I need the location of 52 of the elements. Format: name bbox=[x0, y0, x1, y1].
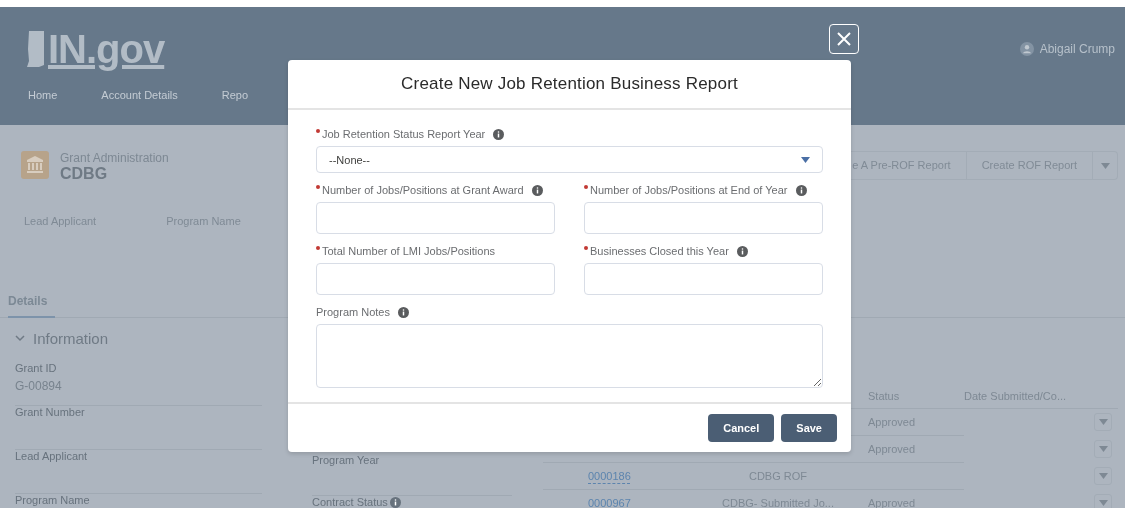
info-icon[interactable] bbox=[531, 184, 543, 196]
field-label: Program Year bbox=[312, 454, 380, 466]
info-icon[interactable] bbox=[389, 496, 401, 508]
text-area[interactable] bbox=[316, 324, 823, 388]
row-menu-button[interactable] bbox=[1094, 493, 1112, 508]
select-field[interactable]: --None-- bbox=[316, 146, 823, 173]
close-icon[interactable] bbox=[836, 31, 852, 47]
record-link[interactable]: 0000186 bbox=[588, 470, 631, 482]
field-label: Number of Jobs/Positions at End of Year bbox=[590, 184, 788, 196]
nav-link[interactable]: Home bbox=[28, 89, 58, 101]
field-label: Grant Number bbox=[15, 406, 85, 418]
close-button[interactable] bbox=[829, 24, 859, 54]
row-menu-button[interactable] bbox=[1094, 413, 1112, 432]
field-label: Lead Applicant bbox=[15, 450, 88, 462]
caret-icon bbox=[1098, 419, 1108, 426]
field-label: Job Retention Status Report Year bbox=[322, 128, 486, 140]
logo-text[interactable]: IN.gov bbox=[48, 27, 165, 71]
caret-icon bbox=[1098, 446, 1108, 452]
info-icon[interactable] bbox=[795, 184, 807, 196]
state-map-icon bbox=[26, 29, 46, 69]
caret-icon bbox=[1100, 162, 1110, 169]
input-field[interactable] bbox=[316, 202, 555, 234]
caret-icon bbox=[1098, 499, 1108, 506]
record-link[interactable]: 0000967 bbox=[588, 497, 631, 508]
field-label: Contract Status bbox=[312, 496, 388, 508]
row-menu-button[interactable] bbox=[1094, 467, 1112, 485]
section-title[interactable]: Information bbox=[33, 329, 109, 347]
field-label: Program Notes bbox=[316, 306, 390, 318]
field-label: Number of Jobs/Positions at Grant Award bbox=[322, 184, 524, 196]
info-icon[interactable] bbox=[398, 306, 409, 318]
avatar-icon[interactable] bbox=[1019, 42, 1034, 56]
input-field[interactable] bbox=[584, 202, 823, 234]
field-label: Businesses Closed this Year bbox=[590, 245, 729, 257]
modal-button[interactable]: Cancel bbox=[708, 414, 775, 442]
row-menu-button[interactable] bbox=[1094, 440, 1112, 458]
field-label: Program Name bbox=[15, 494, 90, 506]
input-field[interactable] bbox=[584, 263, 823, 295]
input-field[interactable] bbox=[316, 263, 555, 295]
caret-icon bbox=[1098, 473, 1108, 479]
field-label: Total Number of LMI Jobs/Positions bbox=[322, 245, 496, 257]
modal-button[interactable]: Save bbox=[781, 414, 837, 442]
caret-icon bbox=[801, 156, 810, 163]
nav-link[interactable]: Account Details bbox=[101, 89, 178, 101]
bank-icon bbox=[21, 151, 49, 179]
info-icon[interactable] bbox=[493, 128, 505, 140]
chevron-icon[interactable] bbox=[15, 333, 25, 343]
field-label: Grant ID bbox=[15, 362, 57, 374]
nav-link[interactable]: Repo bbox=[221, 89, 249, 101]
record-name: CDBG bbox=[60, 165, 109, 183]
user-name[interactable]: Abigail Crump bbox=[1039, 42, 1115, 56]
info-icon[interactable] bbox=[736, 245, 748, 257]
modal-title: Create New Job Retention Business Report bbox=[288, 60, 851, 110]
